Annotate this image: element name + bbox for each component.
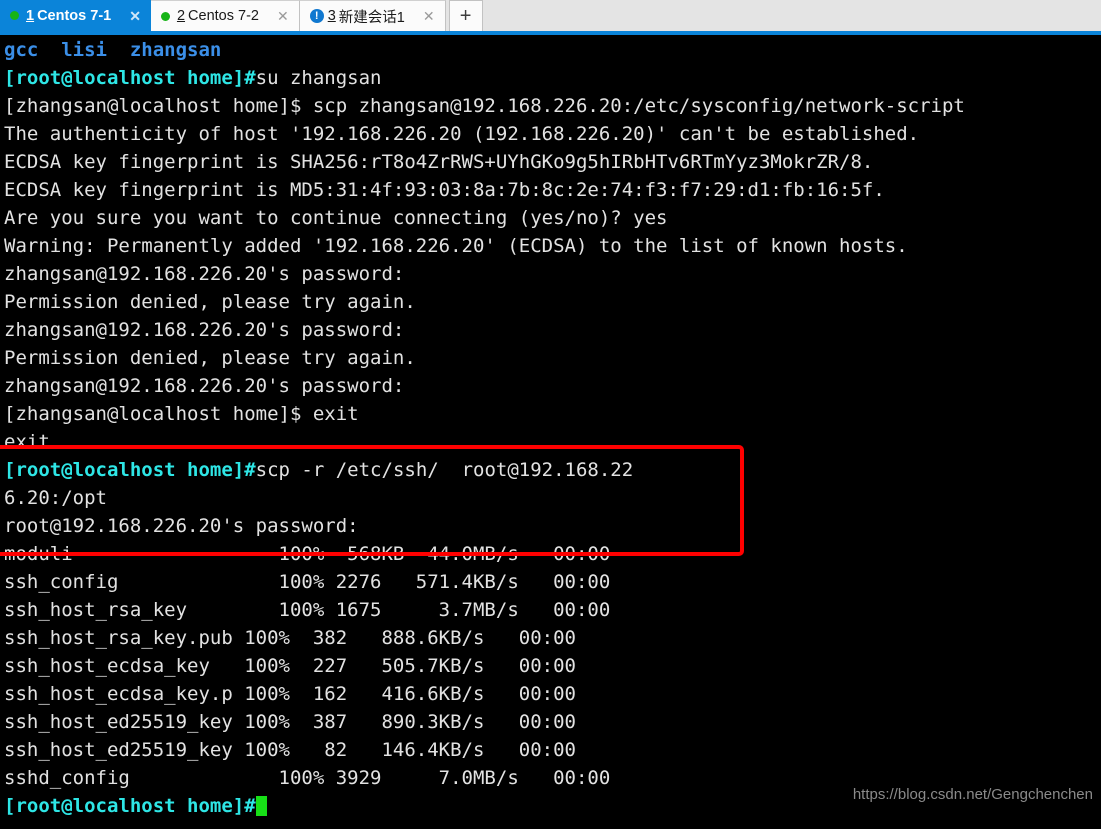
watermark-text: https://blog.csdn.net/Gengchenchen — [852, 786, 1093, 803]
terminal-line: ECDSA key fingerprint is MD5:31:4f:93:03… — [4, 176, 1101, 204]
terminal-text: ssh_host_ecdsa_key.p 100% 162 416.6KB/s … — [4, 683, 576, 705]
terminal-line: [root@localhost home]#su zhangsan — [4, 64, 1101, 92]
tab-title-label: Centos 7-2 — [188, 8, 259, 24]
shell-prompt: [root@localhost home]# — [4, 459, 256, 481]
terminal-text: ECDSA key fingerprint is SHA256:rT8o4ZrR… — [4, 151, 874, 173]
tab-2[interactable]: 2 Centos 7-2 ✕ — [150, 0, 300, 31]
terminal-line: Permission denied, please try again. — [4, 344, 1101, 372]
terminal-line: zhangsan@192.168.226.20's password: — [4, 372, 1101, 400]
terminal-line: gcc lisi zhangsan — [4, 36, 1101, 64]
connected-dot-icon — [10, 11, 19, 20]
terminal-line: zhangsan@192.168.226.20's password: — [4, 316, 1101, 344]
terminal-line: ssh_host_ed25519_key 100% 82 146.4KB/s 0… — [4, 736, 1101, 764]
tab-index-label: 1 — [26, 7, 35, 24]
connected-dot-icon — [160, 11, 170, 21]
terminal-text: ssh_host_rsa_key 100% 1675 3.7MB/s 00:00 — [4, 599, 611, 621]
tab-title-label: Centos 7-1 — [37, 7, 112, 24]
terminal-text: ssh_config 100% 2276 571.4KB/s 00:00 — [4, 571, 611, 593]
warning-badge-icon: ! — [309, 9, 324, 23]
terminal-line: moduli 100% 568KB 44.0MB/s 00:00 — [4, 540, 1101, 568]
terminal-line: [zhangsan@localhost home]$ scp zhangsan@… — [4, 92, 1101, 120]
close-icon[interactable]: ✕ — [125, 9, 145, 23]
terminal-line: ssh_host_ecdsa_key 100% 227 505.7KB/s 00… — [4, 652, 1101, 680]
terminal-line: exit — [4, 428, 1101, 456]
terminal-line: Warning: Permanently added '192.168.226.… — [4, 232, 1101, 260]
terminal-text: sshd_config 100% 3929 7.0MB/s 00:00 — [4, 767, 611, 789]
terminal-line: ssh_config 100% 2276 571.4KB/s 00:00 — [4, 568, 1101, 596]
terminal-window[interactable]: gcc lisi zhangsan [root@localhost home]#s… — [0, 35, 1101, 829]
terminal-text: [zhangsan@localhost home]$ exit — [4, 403, 359, 425]
terminal-text: ssh_host_rsa_key.pub 100% 382 888.6KB/s … — [4, 627, 576, 649]
terminal-text: The authenticity of host '192.168.226.20… — [4, 123, 920, 145]
terminal-text: [zhangsan@localhost home]$ scp zhangsan@… — [4, 95, 965, 117]
tab-title-label: 新建会话1 — [338, 9, 405, 26]
terminal-cursor — [255, 796, 267, 816]
terminal-text: Permission denied, please try again. — [4, 347, 416, 369]
terminal-text: ssh_host_ecdsa_key 100% 227 505.7KB/s 00… — [4, 655, 576, 677]
terminal-text: moduli 100% 568KB 44.0MB/s 00:00 — [4, 543, 611, 565]
tab-bar: 1 Centos 7-1 ✕ 2 Centos 7-2 ✕! 3 新建会话1 ✕ + — [0, 0, 1101, 31]
terminal-text: ECDSA key fingerprint is MD5:31:4f:93:03… — [4, 179, 885, 201]
terminal-text: exit — [4, 431, 50, 453]
terminal-line: root@192.168.226.20's password: — [4, 512, 1101, 540]
terminal-text: Warning: Permanently added '192.168.226.… — [4, 235, 908, 257]
terminal-text: ssh_host_ed25519_key 100% 387 890.3KB/s … — [4, 711, 576, 733]
terminal-line: ssh_host_ed25519_key 100% 387 890.3KB/s … — [4, 708, 1101, 736]
terminal-text: zhangsan@192.168.226.20's password: — [4, 263, 405, 285]
tab-index-label: 3 — [327, 8, 336, 24]
terminal-text: Permission denied, please try again. — [4, 291, 416, 313]
terminal-text: root@192.168.226.20's password: — [4, 515, 359, 537]
shell-prompt: [root@localhost home]# — [4, 67, 256, 89]
terminal-line: Are you sure you want to continue connec… — [4, 204, 1101, 232]
terminal-line: ssh_host_rsa_key 100% 1675 3.7MB/s 00:00 — [4, 596, 1101, 624]
shell-prompt: [root@localhost home]# — [4, 795, 256, 817]
close-icon[interactable]: ✕ — [419, 9, 439, 23]
terminal-line: ssh_host_ecdsa_key.p 100% 162 416.6KB/s … — [4, 680, 1101, 708]
terminal-text: ssh_host_ed25519_key 100% 82 146.4KB/s 0… — [4, 739, 576, 761]
terminal-line: 6.20:/opt — [4, 484, 1101, 512]
terminal-line: The authenticity of host '192.168.226.20… — [4, 120, 1101, 148]
terminal-text: su zhangsan — [255, 67, 382, 89]
terminal-line: [root@localhost home]#scp -r /etc/ssh/ r… — [4, 456, 1101, 484]
terminal-text: Are you sure you want to continue connec… — [4, 207, 668, 229]
terminal-text: 6.20:/opt — [4, 487, 107, 509]
directory-listing: gcc lisi zhangsan — [4, 39, 222, 61]
terminal-text: zhangsan@192.168.226.20's password: — [4, 319, 405, 341]
terminal-line: zhangsan@192.168.226.20's password: — [4, 260, 1101, 288]
terminal-line: Permission denied, please try again. — [4, 288, 1101, 316]
tab-bar-filler — [482, 0, 1101, 31]
new-tab-button[interactable]: + — [448, 0, 483, 31]
terminal-text: scp -r /etc/ssh/ root@192.168.22 — [255, 459, 634, 481]
tab-1[interactable]: 1 Centos 7-1 ✕ — [0, 0, 151, 31]
terminal-line: ECDSA key fingerprint is SHA256:rT8o4ZrR… — [4, 148, 1101, 176]
terminal-text: zhangsan@192.168.226.20's password: — [4, 375, 405, 397]
terminal-screen: gcc lisi zhangsan [root@localhost home]#s… — [4, 36, 1101, 820]
tab-3[interactable]: ! 3 新建会话1 ✕ — [299, 0, 446, 31]
terminal-line: ssh_host_rsa_key.pub 100% 382 888.6KB/s … — [4, 624, 1101, 652]
terminal-line: [zhangsan@localhost home]$ exit — [4, 400, 1101, 428]
close-icon[interactable]: ✕ — [273, 9, 293, 23]
tab-index-label: 2 — [176, 8, 186, 24]
